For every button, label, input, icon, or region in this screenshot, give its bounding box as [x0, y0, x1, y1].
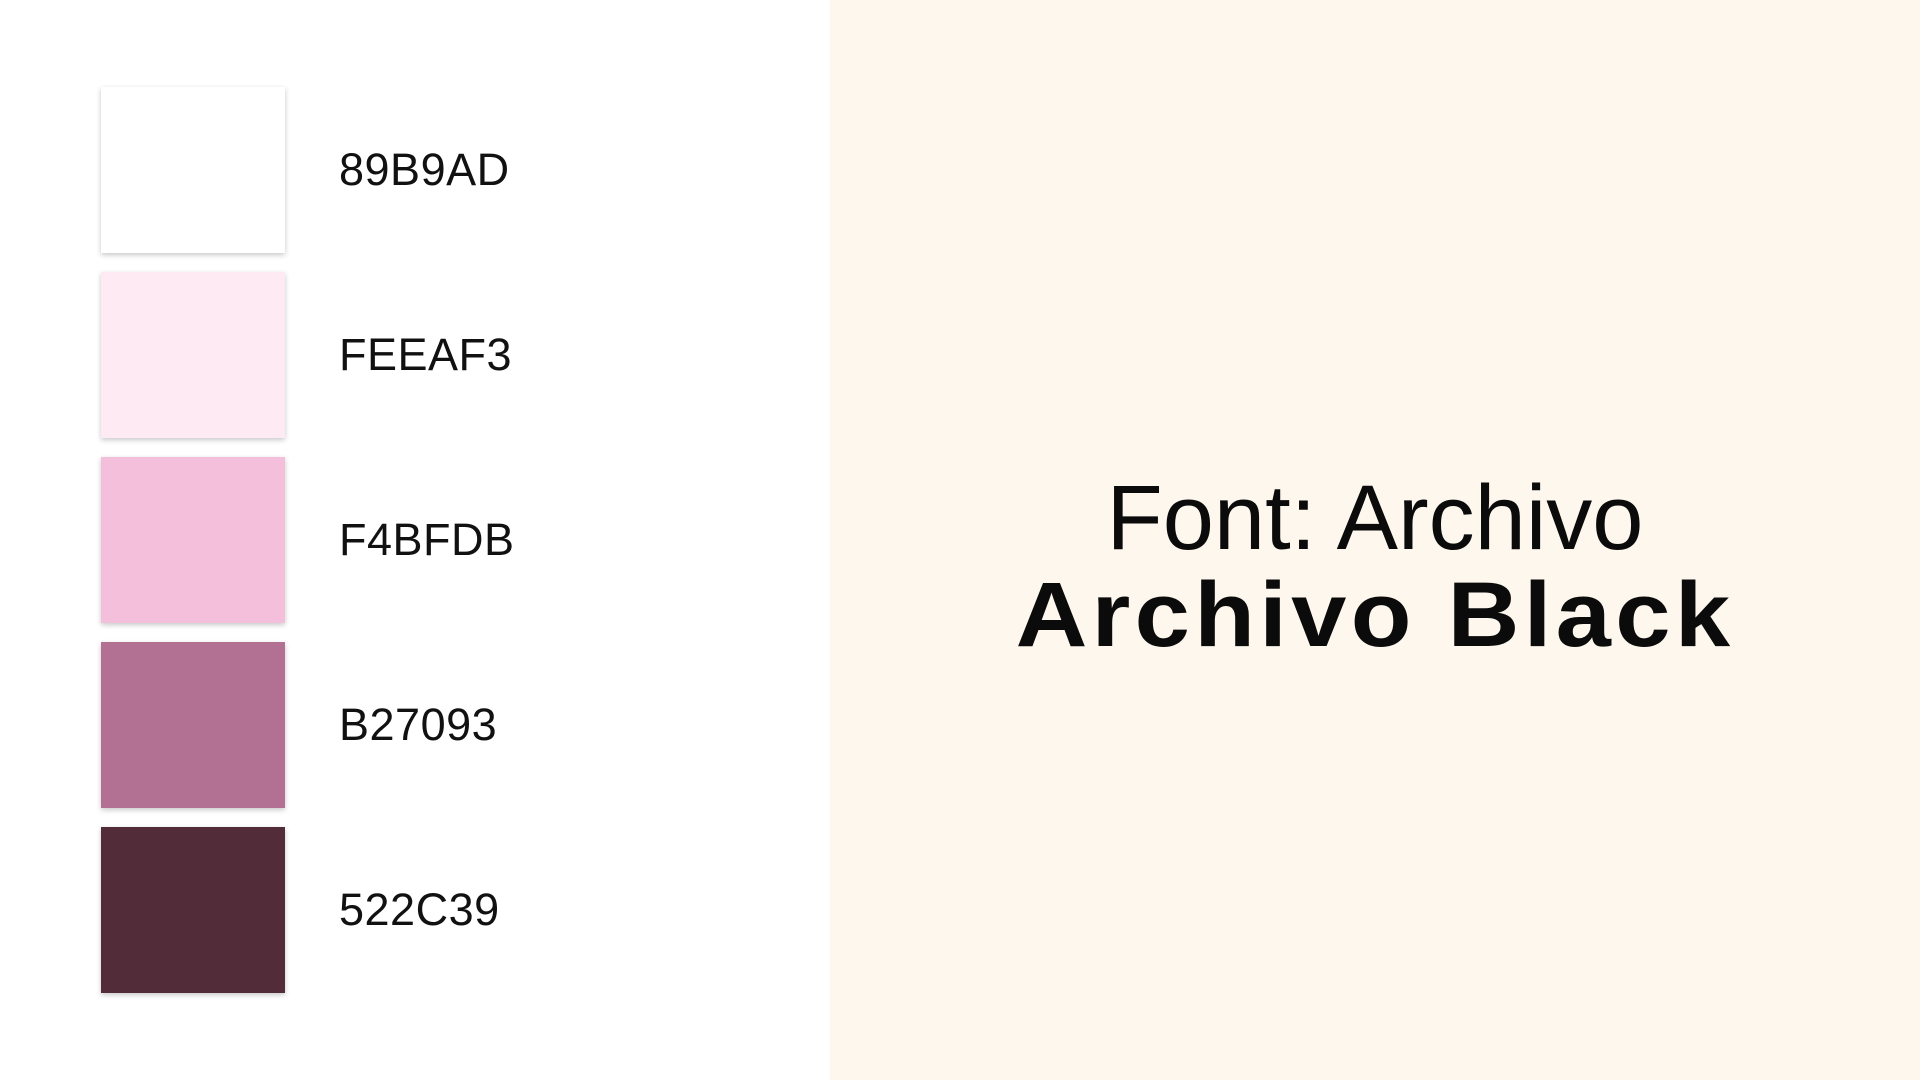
font-preview-panel: Font: Archivo Archivo Black [830, 0, 1920, 1080]
palette-row-5: 522C39 [101, 827, 701, 993]
color-code-2: FEEAF3 [339, 329, 513, 380]
color-swatch-5 [101, 827, 285, 993]
color-code-1: 89B9AD [339, 144, 510, 195]
color-swatch-4 [101, 642, 285, 808]
color-swatch-2 [101, 272, 285, 438]
color-code-4: B27093 [339, 699, 498, 750]
color-code-3: F4BFDB [339, 514, 515, 565]
color-swatch-1 [101, 87, 285, 253]
canvas: 89B9AD FEEAF3 F4BFDB B27093 522C39 Font:… [0, 0, 1920, 1080]
palette-row-3: F4BFDB [101, 457, 701, 623]
color-code-5: 522C39 [339, 884, 500, 935]
font-preview: Font: Archivo Archivo Black [830, 470, 1920, 663]
color-swatch-3 [101, 457, 285, 623]
color-palette-panel: 89B9AD FEEAF3 F4BFDB B27093 522C39 [0, 0, 830, 1080]
palette-row-4: B27093 [101, 642, 701, 808]
font-name-regular: Font: Archivo [1106, 467, 1644, 569]
font-name-black: Archivo Black [1015, 563, 1735, 666]
palette-row-2: FEEAF3 [101, 272, 701, 438]
palette-row-1: 89B9AD [101, 87, 701, 253]
